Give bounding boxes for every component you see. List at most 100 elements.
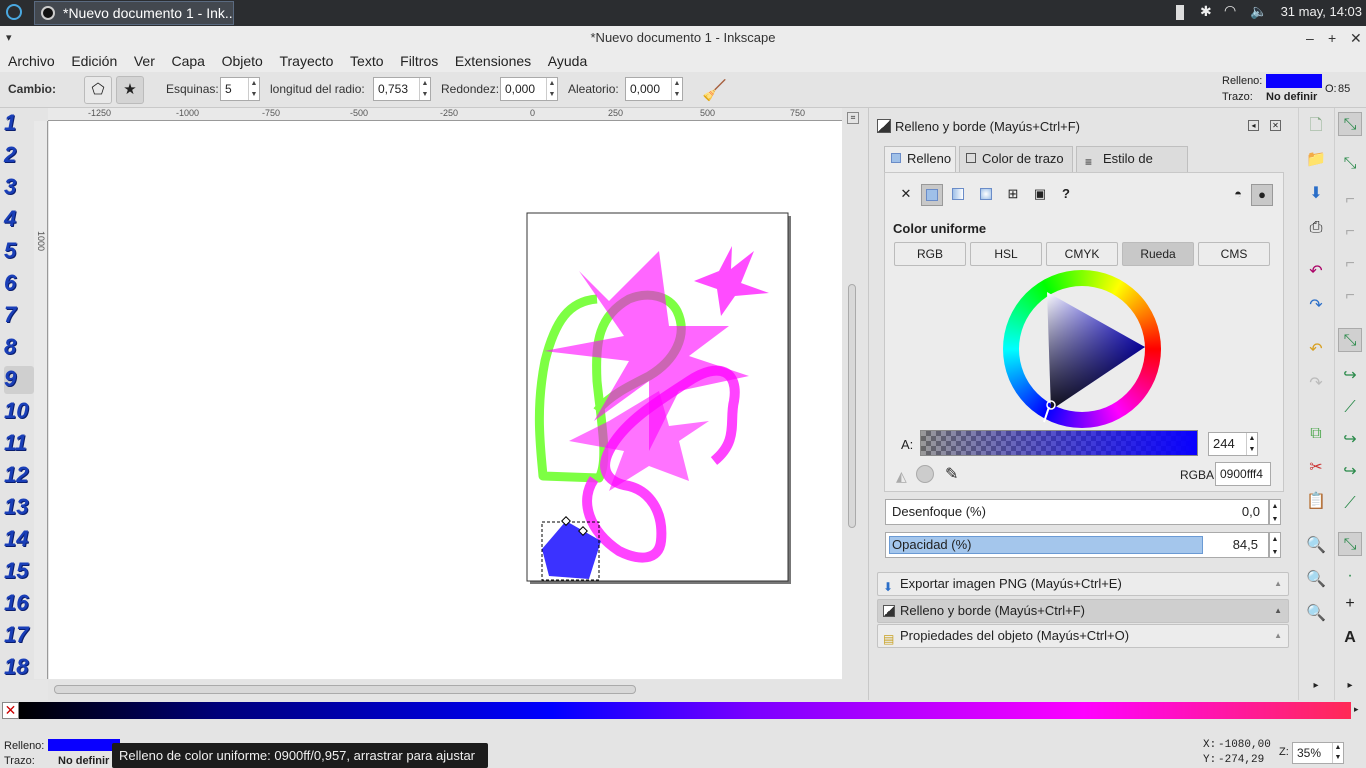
snap-midpoint-icon[interactable]: ⟋ xyxy=(1338,492,1362,516)
snap-bbox-edge-icon[interactable]: ⌐ xyxy=(1338,188,1362,212)
save-document-icon[interactable]: ⬇ xyxy=(1304,182,1328,206)
tab-stroke-paint[interactable]: Color de trazo xyxy=(959,146,1073,172)
tool-13-calligraphy[interactable]: 13 xyxy=(4,494,34,522)
snap-text-baseline-icon[interactable]: A xyxy=(1338,626,1362,650)
undo-icon[interactable]: ↶ xyxy=(1304,338,1328,362)
battery-icon[interactable] xyxy=(1176,5,1184,20)
fill-rule-nonzero-icon[interactable]: ● xyxy=(1251,184,1273,206)
export-icon[interactable]: ↷ xyxy=(1304,294,1328,318)
menu-filtros[interactable]: Filtros xyxy=(400,53,438,69)
horizontal-scrollbar[interactable] xyxy=(48,680,868,700)
blur-input[interactable]: Desenfoque (%) 0,0 xyxy=(885,499,1269,525)
spoke-ratio-input[interactable]: 0,753 ▲ ▼ xyxy=(373,77,431,101)
horizontal-scroll-thumb[interactable] xyxy=(54,685,636,694)
menu-objeto[interactable]: Objeto xyxy=(222,53,263,69)
ruler-horizontal[interactable]: -1250 -1000 -750 -500 -250 0 250 500 750 xyxy=(48,108,842,121)
polygon-mode-button[interactable]: ⬠ xyxy=(84,76,112,104)
menu-edicion[interactable]: Edición xyxy=(71,53,117,69)
vertical-scrollbar[interactable]: ⌗ xyxy=(842,108,868,680)
close-icon[interactable]: ✕ xyxy=(1350,26,1362,50)
dialog-iconify-icon[interactable]: ◂ xyxy=(1248,120,1259,131)
opacity-indicator-value[interactable]: 85 xyxy=(1338,83,1350,95)
lock-guides-icon[interactable]: ⌗ xyxy=(847,112,859,124)
tool-10-spiral[interactable]: 10 xyxy=(4,398,34,426)
tool-18-gradient[interactable]: 18 xyxy=(4,654,34,682)
new-document-icon[interactable]: 🗋 xyxy=(1304,114,1328,138)
volume-icon[interactable]: 🔈 xyxy=(1250,3,1267,20)
taskbar-window-button[interactable]: *Nuevo documento 1 - Ink... xyxy=(34,1,234,25)
maximize-icon[interactable]: + xyxy=(1328,26,1336,50)
tool-9-star[interactable]: 9 xyxy=(4,366,34,394)
tool-11-pencil[interactable]: 11 xyxy=(4,430,34,458)
menu-ver[interactable]: Ver xyxy=(134,53,155,69)
alpha-input[interactable]: 244 ▲ ▼ xyxy=(1208,432,1258,456)
linear-gradient-icon[interactable] xyxy=(947,184,969,206)
corners-input[interactable]: 5 ▲ ▼ xyxy=(220,77,260,101)
spin-arrows-icon[interactable]: ▲ ▼ xyxy=(1246,433,1257,455)
palette-menu-icon[interactable]: ▸ xyxy=(1354,704,1359,715)
tool-4-zoom[interactable]: 4 xyxy=(4,206,34,234)
open-document-icon[interactable]: 📁 xyxy=(1304,148,1328,172)
snap-bbox-center-icon[interactable]: ⌐ xyxy=(1338,284,1362,308)
vertical-scroll-thumb[interactable] xyxy=(848,284,856,528)
tool-14-text[interactable]: 14 xyxy=(4,526,34,554)
spin-arrows-icon[interactable]: ▲ ▼ xyxy=(1269,499,1281,525)
color-triangle[interactable] xyxy=(1003,270,1161,428)
tool-5-measure[interactable]: 5 xyxy=(4,238,34,266)
mode-hsl-button[interactable]: HSL xyxy=(970,242,1042,266)
zoom-input[interactable]: 35% ▲ ▼ xyxy=(1292,742,1344,764)
mesh-gradient-icon[interactable]: ⊞ xyxy=(1002,184,1024,206)
tab-fill[interactable]: Relleno xyxy=(884,146,956,172)
tool-3-tweak[interactable]: 3 xyxy=(4,174,34,202)
snap-rotation-center-icon[interactable]: + xyxy=(1338,592,1362,616)
rounded-input[interactable]: 0,000 ▲ ▼ xyxy=(500,77,558,101)
paste-icon[interactable]: 📋 xyxy=(1304,490,1328,514)
menu-texto[interactable]: Texto xyxy=(350,53,383,69)
dock-fill-stroke[interactable]: Relleno y borde (Mayús+Ctrl+F) ▲ xyxy=(877,599,1289,623)
tool-16-eraser[interactable]: 16 xyxy=(4,590,34,618)
star-mode-button[interactable]: ★ xyxy=(116,76,144,104)
mode-cmyk-button[interactable]: CMYK xyxy=(1046,242,1118,266)
snap-path-intersection-icon[interactable]: ⟋ xyxy=(1338,396,1362,420)
snap-bbox-icon[interactable]: ⤡ xyxy=(1338,152,1362,176)
mode-cms-button[interactable]: CMS xyxy=(1198,242,1270,266)
mode-rgb-button[interactable]: RGB xyxy=(894,242,966,266)
spin-arrows-icon[interactable]: ▲ ▼ xyxy=(1269,532,1281,558)
spin-arrows-icon[interactable]: ▲ ▼ xyxy=(671,78,682,100)
snap-enable-icon[interactable]: ⤡ xyxy=(1338,112,1362,136)
bluetooth-icon[interactable]: ✱ xyxy=(1200,3,1212,20)
more-arrow-icon[interactable]: ▸ xyxy=(1338,674,1362,698)
pattern-icon[interactable]: ▣ xyxy=(1029,184,1051,206)
zoom-page-icon[interactable]: 🔍 xyxy=(1304,602,1328,626)
zoom-drawing-icon[interactable]: 🔍 xyxy=(1304,568,1328,592)
clock[interactable]: 31 may, 14:03 xyxy=(1281,4,1362,19)
color-picker-icon[interactable]: ✎ xyxy=(945,464,958,484)
print-icon[interactable]: ⎙ xyxy=(1304,216,1328,240)
menu-trayecto[interactable]: Trayecto xyxy=(279,53,333,69)
tool-1-selector[interactable]: 1 xyxy=(4,110,34,138)
snap-cusp-nodes-icon[interactable]: ↪ xyxy=(1338,428,1362,452)
redo-icon[interactable]: ↷ xyxy=(1304,372,1328,396)
snap-object-center-icon[interactable]: · xyxy=(1338,564,1362,588)
tool-12-pen[interactable]: 12 xyxy=(4,462,34,490)
no-color-swatch[interactable]: ✕ xyxy=(2,702,19,719)
menu-archivo[interactable]: Archivo xyxy=(8,53,55,69)
snap-others-icon[interactable]: ⤡ xyxy=(1338,532,1362,556)
no-paint-icon[interactable]: ✕ xyxy=(895,184,917,206)
zoom-selection-icon[interactable]: 🔍 xyxy=(1304,534,1328,558)
copy-icon[interactable]: ⧉ xyxy=(1304,422,1328,446)
opacity-input[interactable]: Opacidad (%) 84,5 xyxy=(885,532,1269,558)
ruler-vertical[interactable]: 1000 xyxy=(34,121,48,679)
fill-rule-evenodd-icon[interactable]: ◓ xyxy=(1227,184,1249,206)
tool-2-node[interactable]: 2 xyxy=(4,142,34,170)
radial-gradient-icon[interactable] xyxy=(975,184,997,206)
spin-arrows-icon[interactable]: ▲ ▼ xyxy=(419,78,430,100)
dialog-close-icon[interactable]: ✕ xyxy=(1270,120,1281,131)
unset-paint-icon[interactable]: ? xyxy=(1055,184,1077,206)
snap-smooth-nodes-icon[interactable]: ↪ xyxy=(1338,460,1362,484)
status-fill-swatch[interactable] xyxy=(48,739,120,751)
tool-17-bucket[interactable]: 17 xyxy=(4,622,34,650)
color-wheel[interactable] xyxy=(1003,270,1161,428)
random-input[interactable]: 0,000 ▲ ▼ xyxy=(625,77,683,101)
snap-bbox-corner-icon[interactable]: ⌐ xyxy=(1338,220,1362,244)
